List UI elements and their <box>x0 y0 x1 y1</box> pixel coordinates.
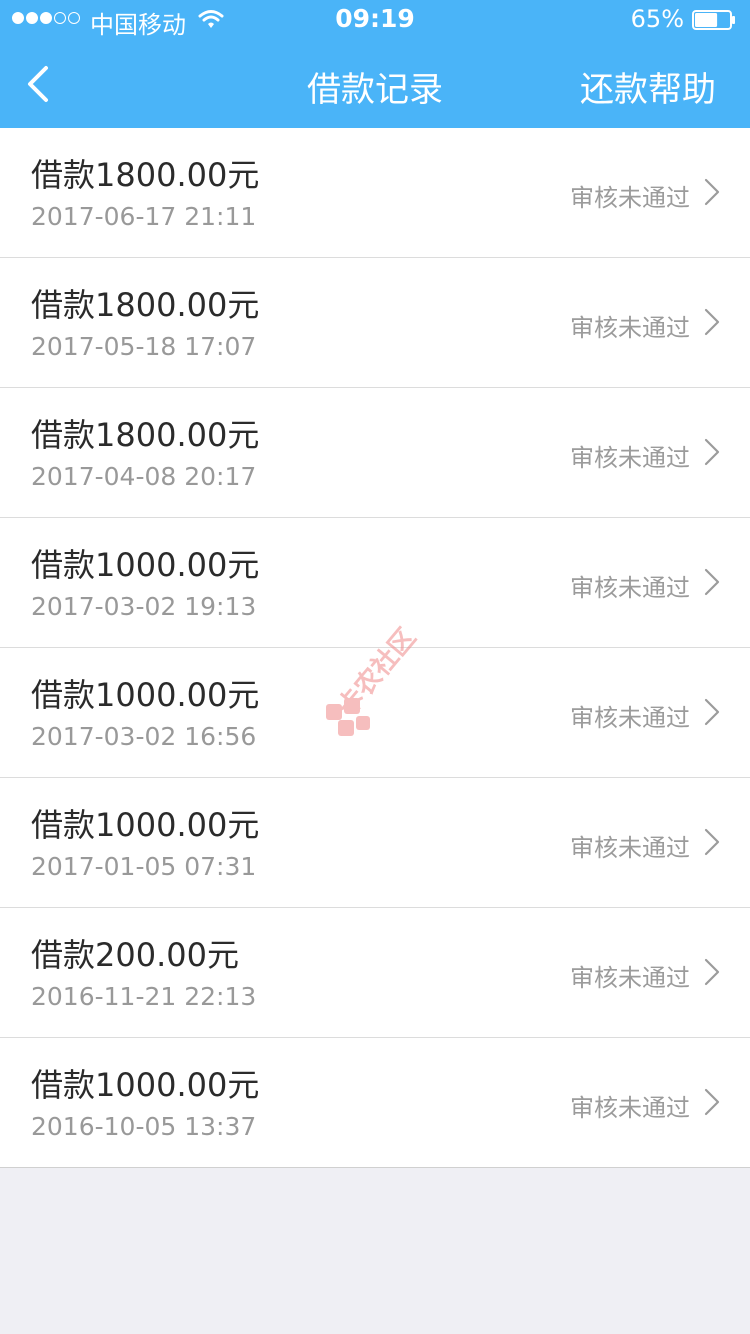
loan-amount: 借款1000.00元 <box>31 806 260 844</box>
review-status: 审核未通过 <box>570 314 690 342</box>
chevron-right-icon <box>704 1088 720 1116</box>
battery-fill <box>695 13 718 27</box>
loan-date: 2016-11-21 22:13 <box>31 982 257 1011</box>
loan-amount: 借款1000.00元 <box>31 1066 260 1104</box>
chevron-right-icon <box>704 958 720 986</box>
loan-amount: 借款1800.00元 <box>31 156 260 194</box>
loan-record-row[interactable]: 借款1000.00元 2017-03-02 16:56 审核未通过 <box>0 648 750 778</box>
loan-amount: 借款1000.00元 <box>31 676 260 714</box>
repayment-help-button[interactable]: 还款帮助 <box>580 62 716 111</box>
loan-amount: 借款1800.00元 <box>31 286 260 324</box>
chevron-right-icon <box>704 438 720 466</box>
loan-record-row[interactable]: 借款1800.00元 2017-04-08 20:17 审核未通过 <box>0 388 750 518</box>
navigation-bar: 借款记录 还款帮助 <box>0 40 750 128</box>
chevron-right-icon <box>704 178 720 206</box>
status-bar: 中国移动 09:19 65% <box>0 0 750 40</box>
battery-percent: 65% <box>630 5 684 33</box>
loan-record-row[interactable]: 借款1800.00元 2017-06-17 21:11 审核未通过 <box>0 128 750 258</box>
loan-record-row[interactable]: 借款1000.00元 2017-01-05 07:31 审核未通过 <box>0 778 750 908</box>
chevron-right-icon <box>704 568 720 596</box>
review-status: 审核未通过 <box>570 964 690 992</box>
review-status: 审核未通过 <box>570 184 690 212</box>
review-status: 审核未通过 <box>570 834 690 862</box>
chevron-right-icon <box>704 828 720 856</box>
review-status: 审核未通过 <box>570 1094 690 1122</box>
loan-record-list: 借款1800.00元 2017-06-17 21:11 审核未通过 借款1800… <box>0 128 750 1168</box>
loan-date: 2016-10-05 13:37 <box>31 1112 257 1141</box>
loan-record-row[interactable]: 借款1000.00元 2016-10-05 13:37 审核未通过 <box>0 1038 750 1168</box>
chevron-right-icon <box>704 698 720 726</box>
loan-date: 2017-04-08 20:17 <box>31 462 257 491</box>
loan-record-row[interactable]: 借款1000.00元 2017-03-02 19:13 审核未通过 <box>0 518 750 648</box>
review-status: 审核未通过 <box>570 574 690 602</box>
review-status: 审核未通过 <box>570 444 690 472</box>
loan-date: 2017-03-02 19:13 <box>31 592 257 621</box>
loan-amount: 借款1000.00元 <box>31 546 260 584</box>
back-chevron-icon[interactable] <box>22 64 52 104</box>
loan-record-row[interactable]: 借款1800.00元 2017-05-18 17:07 审核未通过 <box>0 258 750 388</box>
battery-icon <box>692 10 735 30</box>
top-bar: 中国移动 09:19 65% 借款记录 还款帮助 <box>0 0 750 128</box>
loan-date: 2017-01-05 07:31 <box>31 852 257 881</box>
review-status: 审核未通过 <box>570 704 690 732</box>
loan-amount: 借款1800.00元 <box>31 416 260 454</box>
chevron-right-icon <box>704 308 720 336</box>
loan-record-row[interactable]: 借款200.00元 2016-11-21 22:13 审核未通过 <box>0 908 750 1038</box>
loan-amount: 借款200.00元 <box>31 936 239 974</box>
loan-date: 2017-03-02 16:56 <box>31 722 257 751</box>
loan-date: 2017-05-18 17:07 <box>31 332 257 361</box>
loan-date: 2017-06-17 21:11 <box>31 202 257 231</box>
